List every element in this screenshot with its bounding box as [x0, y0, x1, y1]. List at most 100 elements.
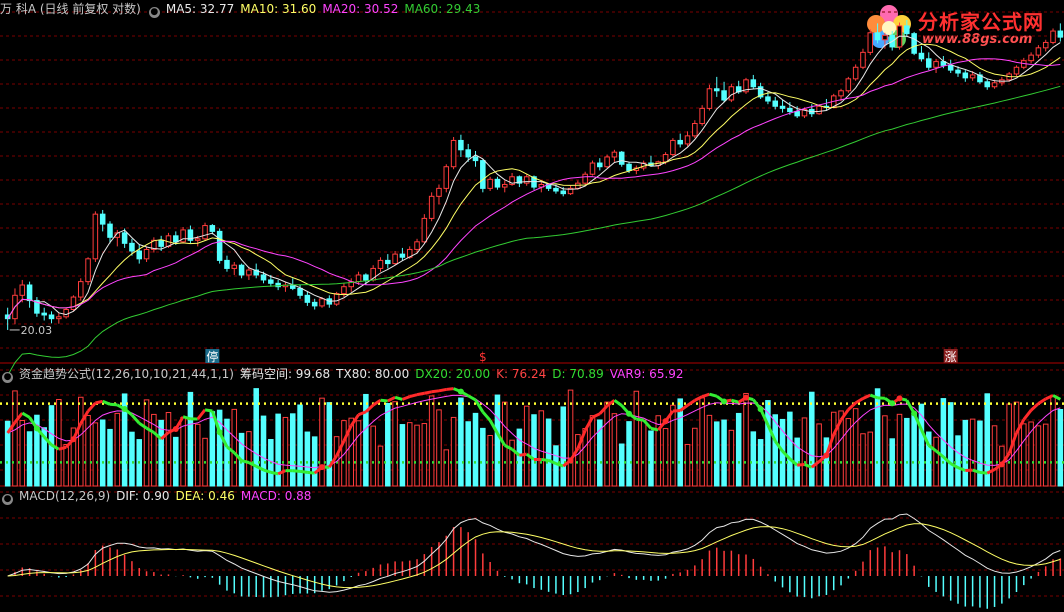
- trend-bar: [743, 392, 749, 487]
- settings-icon[interactable]: ●: [2, 494, 13, 505]
- k-line-segment: [431, 389, 440, 394]
- marker-label: 涨: [945, 349, 957, 364]
- candle-body: [297, 287, 303, 296]
- candle-body: [618, 151, 625, 165]
- candle-body: [1028, 54, 1034, 62]
- trend-bar: [640, 419, 647, 487]
- trend-title: 资金趋势公式(12,26,10,10,21,44,1,1): [19, 367, 234, 381]
- cross-dot: [33, 425, 40, 432]
- k-line-segment: [292, 469, 301, 473]
- trend-bar: [1013, 401, 1020, 487]
- candle-body: [794, 111, 800, 117]
- trend-bar: [355, 420, 362, 487]
- cross-dot: [216, 429, 223, 436]
- candle-body: [19, 284, 26, 296]
- trend-bar: [143, 399, 150, 487]
- k-line-segment: [401, 395, 411, 401]
- settings-icon[interactable]: ●: [2, 372, 13, 383]
- k-line-segment: [862, 393, 871, 400]
- trend-bar: [487, 434, 493, 487]
- candle-body: [48, 314, 55, 320]
- k-line-segment: [467, 394, 477, 402]
- candle-body: [377, 259, 384, 269]
- candle-body: [1050, 30, 1056, 43]
- trend-bar: [728, 429, 735, 487]
- trend-bar: [187, 391, 194, 487]
- trend-bar: [699, 397, 705, 487]
- trend-bar: [618, 443, 625, 487]
- trend-panel: [0, 387, 1064, 487]
- candle-body: [173, 235, 179, 243]
- candle-body: [597, 162, 603, 168]
- trend-bar: [1050, 395, 1056, 487]
- candle-body: [874, 32, 881, 41]
- settings-icon[interactable]: ●: [148, 7, 160, 18]
- trend-bar: [750, 431, 757, 487]
- candle-body: [867, 32, 874, 53]
- trend-bar: [363, 393, 369, 487]
- trend-bar: [107, 428, 113, 487]
- candle-body: [750, 79, 757, 88]
- trend-bar: [955, 435, 961, 487]
- k-line-segment: [182, 415, 191, 421]
- candle-body: [721, 90, 727, 101]
- candle-body: [1013, 66, 1020, 75]
- candle-body: [918, 52, 925, 60]
- candle-body: [414, 241, 420, 250]
- candle-body: [129, 242, 135, 252]
- candle-body: [904, 25, 910, 35]
- trend-bar: [326, 402, 333, 487]
- candle-body: [816, 105, 822, 115]
- k-line-segment: [854, 397, 864, 405]
- k-line-segment: [438, 387, 447, 393]
- candle-body: [465, 149, 471, 158]
- ma5-value: MA5: 32.77: [165, 2, 235, 16]
- trend-bar: [385, 403, 391, 487]
- trend-bar: [370, 425, 376, 487]
- macd-panel: [7, 513, 1062, 609]
- trend-bar: [604, 401, 610, 487]
- trend-bar: [231, 408, 238, 487]
- candle-body: [472, 156, 479, 162]
- trend-bar: [830, 411, 837, 487]
- k-line-segment: [196, 408, 207, 420]
- candle-body: [845, 78, 852, 92]
- trend-bar: [253, 388, 259, 487]
- trend-bar: [421, 423, 428, 487]
- tx80-value: TX80: 80.00: [336, 367, 410, 381]
- trend-bar: [99, 419, 106, 487]
- candle-body: [882, 34, 888, 41]
- trend-bar: [538, 410, 545, 487]
- k-line-segment: [709, 392, 718, 398]
- trend-bar: [516, 428, 523, 487]
- trend-bar: [787, 411, 793, 487]
- k-line-segment: [416, 391, 425, 397]
- trend-bar: [297, 404, 303, 487]
- candle-body: [626, 163, 632, 171]
- candle-body: [99, 213, 106, 225]
- candle-body: [428, 195, 435, 219]
- candle-body: [487, 178, 493, 189]
- candle-body: [699, 107, 705, 125]
- candle-body: [838, 90, 844, 97]
- k-line-segment: [979, 470, 988, 475]
- candle-body: [209, 225, 216, 232]
- trend-bar: [860, 433, 866, 487]
- dx20-value: DX20: 20.00: [415, 367, 491, 381]
- trend-bar: [63, 444, 69, 487]
- k-line-segment: [109, 402, 118, 407]
- candle-body: [421, 217, 428, 243]
- candle-body: [1035, 47, 1042, 56]
- candle-body: [582, 173, 588, 184]
- var9-value: VAR9: 65.92: [609, 367, 684, 381]
- marker-label: 停: [206, 349, 218, 364]
- trend-bar: [940, 398, 947, 487]
- trend-bar: [911, 413, 917, 487]
- cross-dot: [626, 410, 633, 417]
- candle-body: [991, 82, 998, 88]
- candle-body: [216, 230, 223, 261]
- k-line-segment: [650, 426, 659, 432]
- candle-body: [575, 182, 581, 189]
- candle-body: [385, 259, 391, 265]
- k-line-segment: [241, 459, 250, 464]
